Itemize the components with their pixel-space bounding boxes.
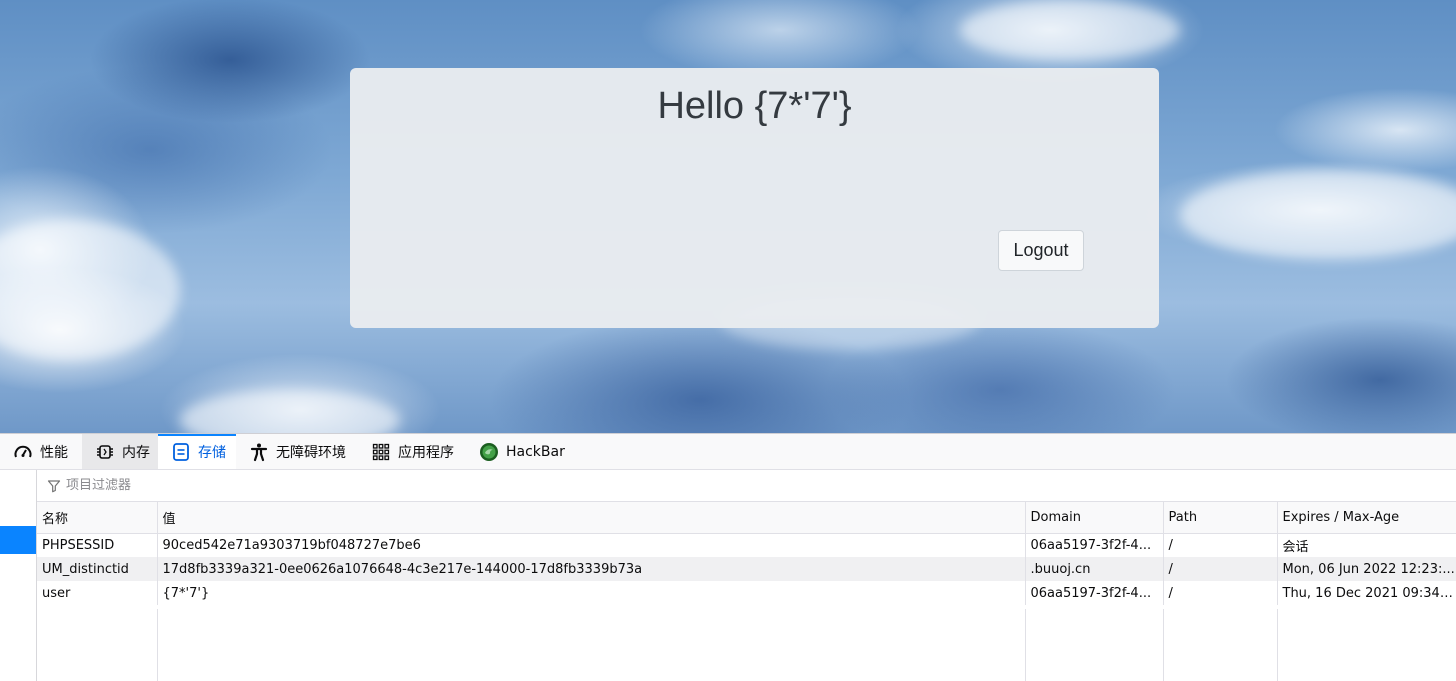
cell-path: / bbox=[1162, 533, 1277, 557]
application-grid-icon bbox=[370, 441, 392, 463]
background-cloud bbox=[180, 390, 400, 433]
tab-hackbar[interactable]: HackBar bbox=[466, 434, 576, 469]
cell-value: {7*'7'} bbox=[156, 581, 1025, 605]
memory-chip-icon bbox=[94, 441, 116, 463]
column-header-domain[interactable]: Domain bbox=[1024, 502, 1163, 534]
cell-value: 90ced542e71a9303719bf048727e7be6 bbox=[156, 533, 1025, 557]
tab-label: 存储 bbox=[198, 444, 226, 461]
filter-bar bbox=[37, 470, 1456, 502]
table-row[interactable]: user {7*'7'} 06aa5197-3f2f-4... / Thu, 1… bbox=[37, 581, 1456, 605]
tab-label: 应用程序 bbox=[398, 444, 454, 461]
storage-sidebar[interactable] bbox=[0, 470, 37, 681]
background-cloud bbox=[1180, 170, 1456, 260]
tab-application[interactable]: 应用程序 bbox=[358, 434, 466, 469]
tab-label: 内存 bbox=[122, 444, 150, 461]
performance-gauge-icon bbox=[12, 441, 34, 463]
cell-domain: .buuoj.cn bbox=[1024, 557, 1163, 581]
cell-path: / bbox=[1162, 581, 1277, 605]
tab-accessibility[interactable]: 无障碍环境 bbox=[236, 434, 358, 469]
column-header-name[interactable]: 名称 bbox=[37, 502, 157, 534]
cookie-table: 名称 值 Domain Path Expires / Max-Age PHPSE… bbox=[37, 502, 1456, 605]
table-row[interactable]: PHPSESSID 90ced542e71a9303719bf048727e7b… bbox=[37, 533, 1456, 557]
column-header-path[interactable]: Path bbox=[1162, 502, 1277, 534]
cell-domain: 06aa5197-3f2f-4... bbox=[1024, 581, 1163, 605]
column-header-expires[interactable]: Expires / Max-Age bbox=[1276, 502, 1456, 534]
tab-label: 无障碍环境 bbox=[276, 444, 346, 461]
sidebar-selected-item[interactable] bbox=[0, 526, 36, 554]
filter-icon bbox=[47, 479, 61, 492]
background-cloud bbox=[0, 220, 180, 360]
tab-label: HackBar bbox=[506, 443, 565, 460]
column-divider bbox=[1025, 609, 1026, 681]
cell-value: 17d8fb3339a321-0ee0626a1076648-4c3e217e-… bbox=[156, 557, 1025, 581]
welcome-card: Hello {7*'7'} Logout bbox=[350, 68, 1159, 328]
cell-expires: Mon, 06 Jun 2022 12:23:... bbox=[1276, 557, 1456, 581]
cell-path: / bbox=[1162, 557, 1277, 581]
tab-performance[interactable]: 性能 bbox=[0, 434, 82, 469]
devtools-tab-bar: 性能 内存 存储 无障碍环境 应用程序 HackBar bbox=[0, 434, 1456, 470]
page-viewport: Hello {7*'7'} Logout bbox=[0, 0, 1456, 433]
background-cloud bbox=[960, 0, 1180, 60]
hackbar-icon bbox=[478, 441, 500, 463]
table-empty-area bbox=[37, 609, 1456, 681]
tab-label: 性能 bbox=[40, 444, 68, 461]
table-header-row: 名称 值 Domain Path Expires / Max-Age bbox=[37, 502, 1456, 534]
cell-name: PHPSESSID bbox=[42, 537, 115, 553]
column-divider bbox=[1277, 609, 1278, 681]
tab-memory[interactable]: 内存 bbox=[82, 434, 158, 469]
cell-name: UM_distinctid bbox=[37, 557, 157, 581]
column-header-value[interactable]: 值 bbox=[156, 502, 1025, 534]
table-row[interactable]: UM_distinctid 17d8fb3339a321-0ee0626a107… bbox=[37, 557, 1456, 581]
greeting-heading: Hello {7*'7'} bbox=[657, 85, 852, 127]
filter-input[interactable] bbox=[66, 478, 466, 493]
tab-storage[interactable]: 存储 bbox=[158, 434, 236, 469]
cell-domain: 06aa5197-3f2f-4... bbox=[1024, 533, 1163, 557]
accessibility-icon bbox=[248, 441, 270, 463]
column-divider bbox=[157, 609, 158, 681]
cell-expires: Thu, 16 Dec 2021 09:34:... bbox=[1276, 581, 1456, 605]
column-divider bbox=[1163, 609, 1164, 681]
logout-button[interactable]: Logout bbox=[998, 230, 1084, 271]
cell-expires: 会话 bbox=[1276, 533, 1456, 557]
cell-name: user bbox=[42, 585, 71, 601]
storage-icon bbox=[170, 441, 192, 463]
devtools-panel: 性能 内存 存储 无障碍环境 应用程序 HackBar 项目过滤器 名称 值 D… bbox=[0, 433, 1456, 681]
